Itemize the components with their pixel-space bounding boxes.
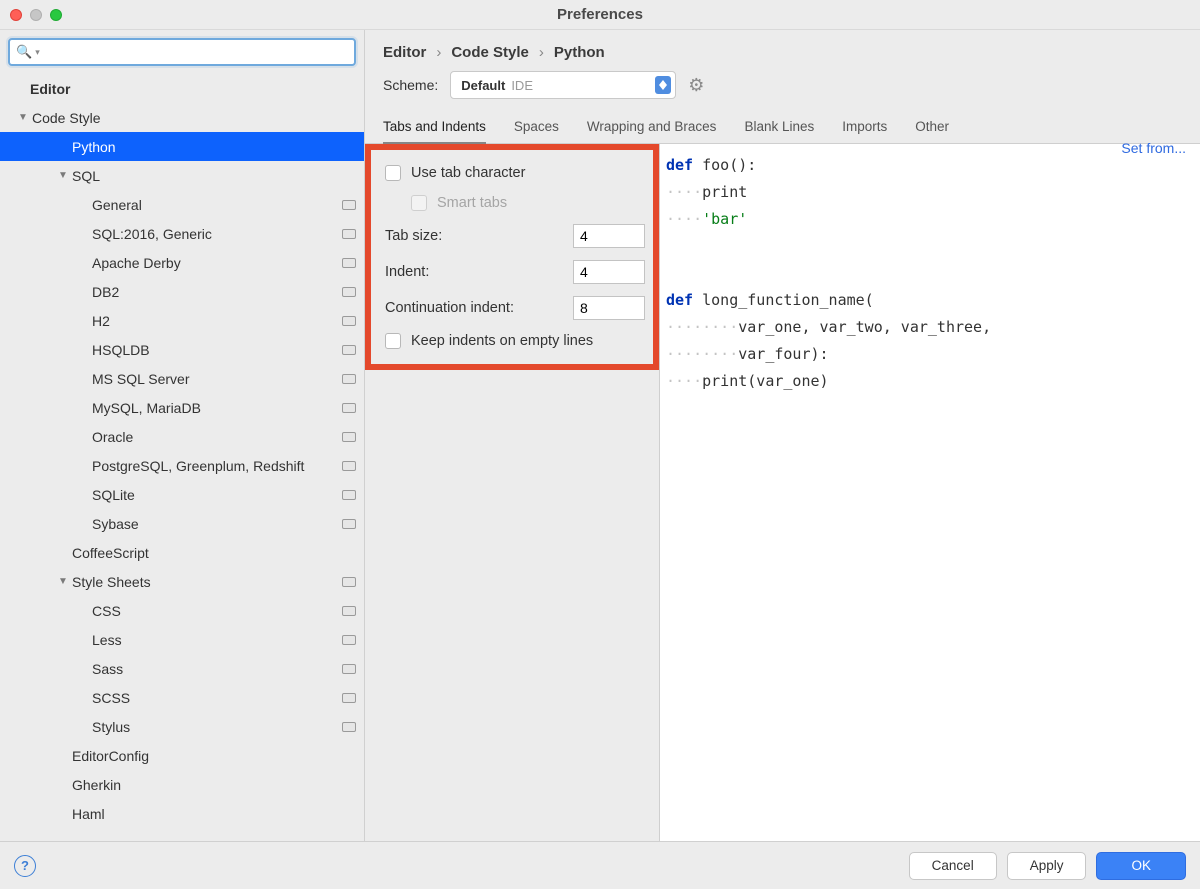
tree-stylesheets[interactable]: ▼Style Sheets	[0, 567, 364, 596]
tab-other[interactable]: Other	[915, 119, 949, 143]
indent-settings-pane: Use tab character Smart tabs Tab size: I…	[365, 144, 660, 841]
tree-stylus[interactable]: Stylus	[0, 712, 364, 741]
tree-python[interactable]: Python	[0, 132, 364, 161]
use-tab-char-row[interactable]: Use tab character	[385, 158, 645, 188]
tree-sql-mysql[interactable]: MySQL, MariaDB	[0, 393, 364, 422]
config-icon	[342, 664, 356, 674]
scheme-tag: IDE	[511, 78, 533, 93]
sidebar: 🔍 ▾ Editor ▼Code Style Python ▼SQL Gener…	[0, 30, 365, 841]
config-icon	[342, 287, 356, 297]
config-icon	[342, 200, 356, 210]
ok-button[interactable]: OK	[1096, 852, 1186, 880]
tree-sql-derby[interactable]: Apache Derby	[0, 248, 364, 277]
scheme-label: Scheme:	[383, 77, 438, 93]
tree-sql-oracle[interactable]: Oracle	[0, 422, 364, 451]
keep-indents-label: Keep indents on empty lines	[411, 333, 593, 349]
continuation-indent-label: Continuation indent:	[385, 300, 573, 316]
cancel-button[interactable]: Cancel	[909, 852, 997, 880]
tree-sql-mssql[interactable]: MS SQL Server	[0, 364, 364, 393]
breadcrumb-python: Python	[554, 44, 605, 61]
search-input[interactable]	[40, 45, 348, 60]
dialog-footer: ? Cancel Apply OK	[0, 841, 1200, 889]
tree-sql-pg[interactable]: PostgreSQL, Greenplum, Redshift	[0, 451, 364, 480]
config-icon	[342, 316, 356, 326]
breadcrumb-code-style[interactable]: Code Style	[451, 44, 529, 61]
config-icon	[342, 374, 356, 384]
config-icon	[342, 635, 356, 645]
tree-editorconfig[interactable]: EditorConfig	[0, 741, 364, 770]
checkbox-icon[interactable]	[385, 165, 401, 181]
smart-tabs-row: Smart tabs	[385, 188, 645, 218]
tree-css[interactable]: CSS	[0, 596, 364, 625]
titlebar: Preferences	[0, 0, 1200, 30]
tab-imports[interactable]: Imports	[842, 119, 887, 143]
config-icon	[342, 577, 356, 587]
tree-sql[interactable]: ▼SQL	[0, 161, 364, 190]
tab-size-input[interactable]	[573, 224, 645, 248]
settings-tree[interactable]: Editor ▼Code Style Python ▼SQL General S…	[0, 74, 364, 841]
tab-wrapping[interactable]: Wrapping and Braces	[587, 119, 717, 143]
gear-icon[interactable]: ⚙	[688, 75, 704, 96]
updown-icon	[655, 76, 671, 94]
code-style-tabs: Tabs and Indents Spaces Wrapping and Bra…	[365, 109, 1200, 144]
tab-blank-lines[interactable]: Blank Lines	[744, 119, 814, 143]
tree-sass[interactable]: Sass	[0, 654, 364, 683]
tree-sql-h2[interactable]: H2	[0, 306, 364, 335]
config-icon	[342, 461, 356, 471]
checkbox-icon[interactable]	[385, 333, 401, 349]
config-icon	[342, 693, 356, 703]
keep-indents-row[interactable]: Keep indents on empty lines	[385, 326, 645, 356]
tree-sql-sybase[interactable]: Sybase	[0, 509, 364, 538]
tree-sql-general[interactable]: General	[0, 190, 364, 219]
scheme-select[interactable]: Default IDE	[450, 71, 676, 99]
config-icon	[342, 432, 356, 442]
tree-less[interactable]: Less	[0, 625, 364, 654]
config-icon	[342, 345, 356, 355]
tree-code-style[interactable]: ▼Code Style	[0, 103, 364, 132]
tree-sql-2016[interactable]: SQL:2016, Generic	[0, 219, 364, 248]
tab-tabs-indents[interactable]: Tabs and Indents	[383, 119, 486, 144]
tree-scss[interactable]: SCSS	[0, 683, 364, 712]
chevron-down-icon: ▼	[57, 576, 69, 587]
checkbox-icon	[411, 195, 427, 211]
tree-gherkin[interactable]: Gherkin	[0, 770, 364, 799]
search-icon: 🔍	[16, 44, 32, 60]
tree-sql-sqlite[interactable]: SQLite	[0, 480, 364, 509]
indent-input[interactable]	[573, 260, 645, 284]
chevron-down-icon: ▼	[57, 170, 69, 181]
breadcrumb-editor[interactable]: Editor	[383, 44, 426, 61]
code-preview: def foo(): ····print ····'bar' def long_…	[660, 144, 1200, 841]
tree-editor[interactable]: Editor	[0, 74, 364, 103]
config-icon	[342, 229, 356, 239]
set-from-link[interactable]: Set from...	[1121, 140, 1186, 156]
chevron-down-icon: ▼	[17, 112, 29, 123]
tree-haml[interactable]: Haml	[0, 799, 364, 828]
config-icon	[342, 519, 356, 529]
tab-spaces[interactable]: Spaces	[514, 119, 559, 143]
tab-size-label: Tab size:	[385, 228, 573, 244]
chevron-right-icon: ›	[539, 44, 544, 61]
tree-sql-db2[interactable]: DB2	[0, 277, 364, 306]
tree-coffeescript[interactable]: CoffeeScript	[0, 538, 364, 567]
config-icon	[342, 403, 356, 413]
config-icon	[342, 606, 356, 616]
smart-tabs-label: Smart tabs	[437, 195, 507, 211]
search-input-wrapper[interactable]: 🔍 ▾	[8, 38, 356, 66]
config-icon	[342, 258, 356, 268]
config-icon	[342, 490, 356, 500]
scheme-value: Default	[461, 78, 505, 93]
continuation-indent-input[interactable]	[573, 296, 645, 320]
breadcrumb: Editor › Code Style › Python	[365, 30, 1200, 71]
tree-sql-hsqldb[interactable]: HSQLDB	[0, 335, 364, 364]
config-icon	[342, 722, 356, 732]
indent-label: Indent:	[385, 264, 573, 280]
chevron-right-icon: ›	[436, 44, 441, 61]
apply-button[interactable]: Apply	[1007, 852, 1087, 880]
use-tab-char-label: Use tab character	[411, 165, 525, 181]
help-icon[interactable]: ?	[14, 855, 36, 877]
highlight-box: Use tab character Smart tabs Tab size: I…	[365, 144, 659, 370]
window-title: Preferences	[0, 6, 1200, 23]
